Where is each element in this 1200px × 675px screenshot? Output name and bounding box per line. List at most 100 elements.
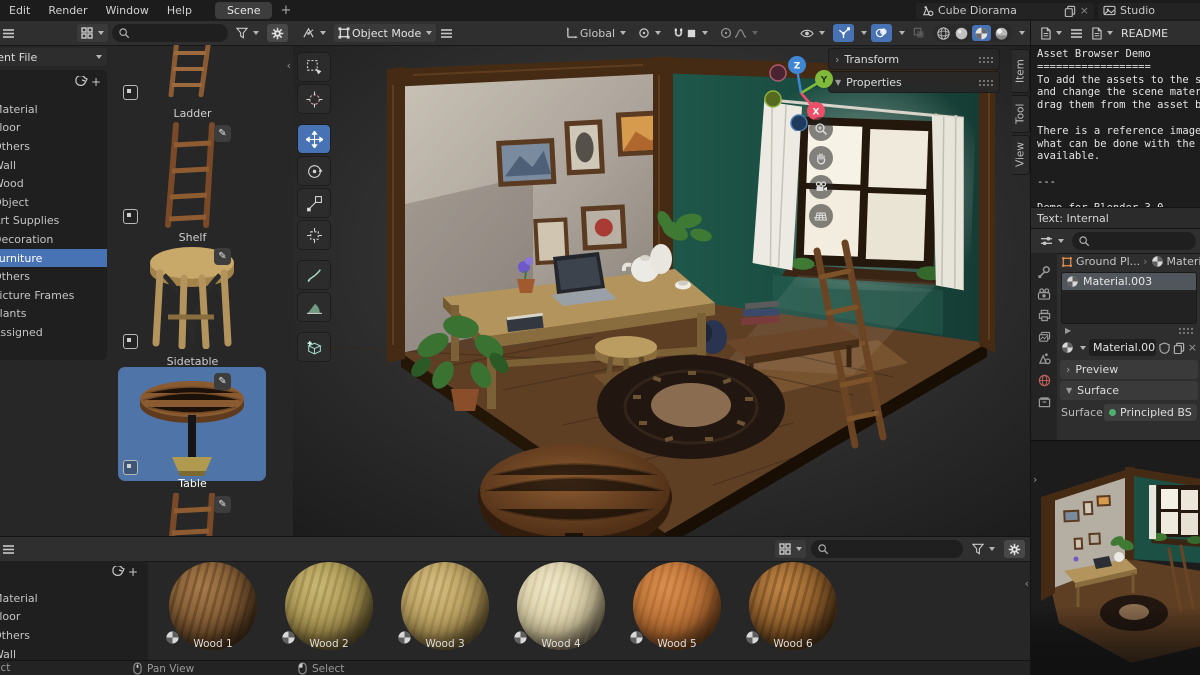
material-asset[interactable]: Wood 4 [514,561,605,661]
material-asset[interactable]: Wood 1 [166,561,257,661]
material-asset[interactable]: Wood 6 [746,561,837,661]
reference-image-panel[interactable]: › [1031,440,1200,675]
orthographic-toggle-button[interactable] [809,204,833,228]
menu-help[interactable]: Help [158,4,201,17]
filter-dropdown[interactable] [232,24,263,42]
shading-rendered-icon[interactable] [994,26,1009,41]
editor-menu-icon[interactable] [2,544,15,555]
asset-select-checkbox[interactable] [123,334,138,349]
material-slot-list[interactable]: Material.003 [1061,272,1197,324]
catalog-item[interactable]: Others [0,137,107,156]
unlink-icon[interactable]: × [1188,341,1197,354]
npanel-tab-view[interactable]: View [1012,135,1030,175]
editor-type-dropdown[interactable] [298,24,330,42]
tool-transform[interactable] [297,220,331,250]
breadcrumb-object[interactable]: Ground Pl... [1076,255,1140,268]
material-sphere-preview[interactable] [169,562,257,650]
catalog-item[interactable]: Floor [0,608,148,627]
material-sphere-preview[interactable] [401,562,489,650]
tool-annotate[interactable] [297,260,331,290]
snap-toggle[interactable] [669,24,712,42]
xray-toggle[interactable] [909,24,929,42]
tab-scene[interactable]: Scene [214,2,273,19]
display-mode-dropdown[interactable] [77,24,108,42]
edit-asset-icon[interactable]: ✎ [214,125,231,142]
npanel-tab-item[interactable]: Item [1012,49,1030,93]
material-asset[interactable]: Wood 3 [398,561,489,661]
tab-object-icon[interactable] [1038,396,1051,408]
close-icon[interactable]: × [1080,4,1089,17]
menu-window[interactable]: Window [96,4,157,17]
text-datablock-dropdown[interactable] [1087,24,1117,42]
copy-icon[interactable] [1064,5,1076,17]
tab-world-icon[interactable] [1038,374,1051,387]
catalog-item[interactable]: Decoration [0,230,107,249]
edit-asset-icon[interactable]: ✎ [214,248,231,265]
tool-scale[interactable] [297,188,331,218]
search-input[interactable] [112,24,228,42]
asset-thumbnail[interactable] [128,243,256,349]
preview-panel-header[interactable]: › Preview [1060,360,1198,379]
visibility-dropdown[interactable] [796,24,829,42]
edit-asset-icon[interactable]: ✎ [214,373,231,390]
tab-render-icon[interactable] [1037,288,1051,300]
material-asset[interactable]: Wood 5 [630,561,721,661]
tool-cursor[interactable] [297,84,331,114]
material-asset[interactable]: Wood 2 [282,561,373,661]
catalog-item[interactable]: Wood [0,174,107,193]
tool-measure[interactable] [297,292,331,322]
material-sphere-preview[interactable] [749,562,837,650]
catalog-item[interactable]: Art Supplies [0,212,107,231]
overlays-toggle[interactable] [871,24,892,42]
editor-type-dropdown[interactable] [1036,24,1066,42]
tab-view-layer-icon[interactable] [1038,331,1051,343]
tab-output-icon[interactable] [1038,309,1051,322]
asset-select-checkbox[interactable] [123,209,138,224]
menu-render[interactable]: Render [39,4,96,17]
asset-thumbnail[interactable] [128,493,256,536]
orientation-dropdown[interactable]: Global [562,24,630,42]
editor-type-dropdown[interactable] [1036,232,1068,250]
proportional-edit-toggle[interactable] [716,24,762,42]
catalog-item[interactable]: Floor [0,119,107,138]
tool-select-box[interactable] [297,52,331,82]
material-slot-row[interactable]: Material.003 [1062,273,1196,290]
asset-thumbnail[interactable] [128,45,256,97]
asset-thumbnail[interactable] [128,121,256,229]
editor-menu-icon[interactable] [2,28,15,39]
catalog-item[interactable]: Furniture [0,248,107,268]
expand-icon[interactable]: ▶ [1065,326,1071,335]
asset-source-dropdown[interactable]: Current File [0,48,107,66]
scene-selector[interactable]: Cube Diorama × [916,2,1094,19]
display-mode-dropdown[interactable] [775,540,806,558]
catalog-item[interactable]: Material [0,589,148,608]
breadcrumb-material[interactable]: Material [1167,255,1200,268]
drag-grip-icon[interactable] [978,55,993,63]
shading-solid-icon[interactable] [954,26,969,41]
search-input[interactable] [811,540,963,558]
npanel-tab-tool[interactable]: Tool [1012,95,1030,133]
catalog-item[interactable]: Others [0,267,107,286]
catalog-item[interactable]: Material [0,100,107,119]
drag-grip-icon[interactable] [1178,327,1193,334]
text-content[interactable]: Asset Browser Demo ================== To… [1037,48,1200,208]
tool-add-cube[interactable] [297,332,331,362]
mode-dropdown[interactable]: Object Mode [334,24,437,42]
asset-select-checkbox[interactable] [123,460,138,475]
gizmo-y-label[interactable]: Y [820,76,828,86]
copy-icon[interactable] [1173,342,1185,354]
asset-thumbnail[interactable] [128,373,256,477]
material-name-field[interactable]: Material.003 [1089,339,1156,356]
gizmo-x-label[interactable]: X [813,108,820,118]
material-sphere-preview[interactable] [285,562,373,650]
new-workspace-button[interactable]: + [272,3,299,18]
new-catalog-button[interactable]: + [75,75,101,89]
text-menu-icon[interactable] [1070,28,1083,39]
npanel-properties-header[interactable]: ▼ Properties [828,71,1000,93]
drag-grip-icon[interactable] [978,78,993,86]
catalog-item[interactable]: Picture Frames [0,286,107,305]
material-sphere-preview[interactable] [517,562,605,650]
properties-search-input[interactable] [1072,232,1196,250]
new-catalog-button[interactable]: + [112,565,138,579]
gizmos-toggle[interactable] [833,24,854,42]
